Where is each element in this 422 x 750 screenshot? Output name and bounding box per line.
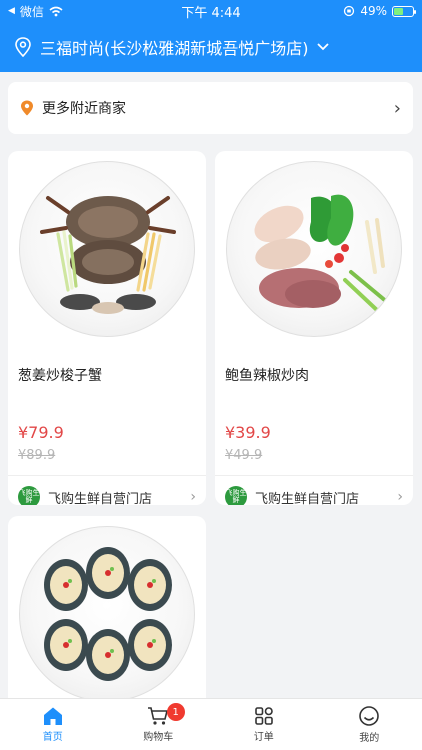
profile-icon <box>359 706 380 726</box>
tab-label: 订单 <box>253 732 274 743</box>
orientation-lock-icon <box>344 5 355 17</box>
location-marker-icon <box>21 100 33 116</box>
status-back-label[interactable]: 微信 <box>20 3 44 20</box>
product-original-price: ¥49.9 <box>225 448 263 463</box>
battery-percent: 49% <box>360 4 387 18</box>
bottom-tab-bar: 首页 1 购物车 订单 我的 <box>0 698 422 750</box>
chevron-right-icon: › <box>190 489 196 505</box>
orders-icon <box>254 707 273 725</box>
product-title[interactable]: 鲍鱼辣椒炒肉 <box>215 347 413 395</box>
product-image[interactable] <box>8 151 206 347</box>
chevron-right-icon: › <box>397 489 403 505</box>
chevron-right-icon: › <box>393 97 401 119</box>
product-price: ¥79.9 <box>18 423 64 442</box>
product-card[interactable]: 葱姜炒梭子蟹 ¥79.9 ¥89.9 飞购生鲜 飞购生鲜自营门店 › <box>8 151 206 505</box>
shop-name[interactable]: 飞购生鲜自营门店 <box>255 488 389 506</box>
product-title[interactable]: 葱姜炒梭子蟹 <box>8 347 206 395</box>
home-icon <box>43 707 62 725</box>
shop-link[interactable]: 飞购生鲜 飞购生鲜自营门店 › <box>215 476 413 505</box>
store-name[interactable]: 三福时尚(长沙松雅湖新城吾悦广场店) <box>40 35 309 59</box>
location-pin-icon <box>15 37 31 57</box>
app-header: ◀ 微信 下午 4:44 49% 三福时尚(长沙松雅湖新城吾悦广场店) <box>0 0 422 72</box>
tab-label: 我的 <box>359 733 380 744</box>
product-original-price: ¥89.9 <box>18 448 56 463</box>
status-bar: ◀ 微信 下午 4:44 49% <box>0 0 422 22</box>
back-arrow-icon[interactable]: ◀ <box>8 6 15 16</box>
chevron-down-icon[interactable] <box>316 43 329 51</box>
tab-profile[interactable]: 我的 <box>317 699 422 750</box>
product-image[interactable] <box>215 151 413 347</box>
tab-label: 购物车 <box>143 732 174 743</box>
tab-home[interactable]: 首页 <box>0 699 106 750</box>
tab-label: 首页 <box>42 732 63 743</box>
product-image[interactable] <box>8 516 206 712</box>
nearby-merchants-bar[interactable]: 更多附近商家 › <box>8 82 413 134</box>
tab-cart[interactable]: 1 购物车 <box>106 699 212 750</box>
shop-name[interactable]: 飞购生鲜自营门店 <box>48 488 182 506</box>
nearby-merchants-label: 更多附近商家 <box>42 101 126 117</box>
cart-badge: 1 <box>166 703 185 721</box>
tab-orders[interactable]: 订单 <box>211 699 317 750</box>
shop-logo: 飞购生鲜 <box>225 486 247 505</box>
cart-icon <box>148 707 169 725</box>
wifi-icon <box>49 6 63 16</box>
product-price: ¥39.9 <box>225 423 271 442</box>
product-card[interactable]: 鲍鱼辣椒炒肉 ¥39.9 ¥49.9 飞购生鲜 飞购生鲜自营门店 › <box>215 151 413 505</box>
store-selector[interactable]: 三福时尚(长沙松雅湖新城吾悦广场店) <box>0 22 422 72</box>
shop-link[interactable]: 飞购生鲜 飞购生鲜自营门店 › <box>8 476 206 505</box>
shop-logo: 飞购生鲜 <box>18 486 40 505</box>
battery-icon <box>392 5 416 17</box>
